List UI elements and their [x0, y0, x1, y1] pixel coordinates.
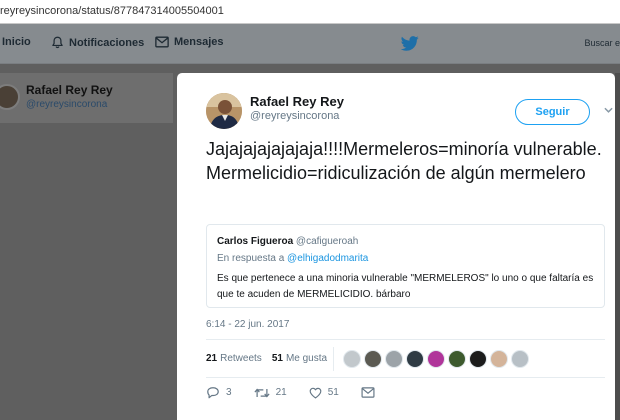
retweet-count: 21 [275, 387, 287, 398]
search-input[interactable]: Buscar e [584, 38, 620, 48]
quoted-author-name: Carlos Figueroa [217, 236, 294, 247]
retweets-label[interactable]: Retweets [220, 353, 262, 364]
likes-label[interactable]: Me gusta [286, 353, 327, 364]
url-text[interactable]: reyreysincorona/status/87784731400550400… [0, 5, 224, 17]
liker-avatar[interactable] [343, 350, 361, 368]
envelope-icon [361, 387, 375, 398]
liker-avatars [343, 350, 529, 368]
tweet-stats: 21 Retweets 51 Me gusta [206, 353, 327, 364]
top-navigation-bar: Inicio Notificaciones Mensajes Buscar e [0, 24, 620, 64]
overlay-edge [615, 73, 620, 420]
quoted-author[interactable]: Carlos Figueroa @cafigueroah [217, 236, 358, 247]
divider [206, 339, 605, 340]
reply-prefix: En respuesta a [217, 253, 285, 264]
quoted-tweet-text: Es que pertenece a una minoria vulnerabl… [217, 273, 594, 300]
bell-icon [52, 36, 63, 49]
nav-item-label: Mensajes [174, 36, 224, 48]
like-button[interactable]: 51 [309, 387, 339, 399]
reply-button[interactable]: 3 [206, 386, 232, 399]
background-author-handle: @reyreysincorona [26, 99, 108, 110]
liker-avatar[interactable] [385, 350, 403, 368]
reply-to-link[interactable]: @elhigadodmarita [287, 253, 368, 264]
avatar[interactable] [206, 93, 242, 129]
nav-item-inicio[interactable]: Inicio [2, 36, 31, 48]
direct-message-button[interactable] [361, 387, 375, 398]
liker-avatar[interactable] [427, 350, 445, 368]
quoted-reply-context: En respuesta a @elhigadodmarita [217, 253, 368, 264]
divider [206, 377, 605, 378]
background-tweet-card: Rafael Rey Rey @reyreysincorona [0, 73, 173, 123]
nav-item-mensajes[interactable]: Mensajes [155, 36, 224, 48]
liker-avatar[interactable] [406, 350, 424, 368]
likes-count[interactable]: 51 [272, 353, 283, 364]
liker-avatar[interactable] [511, 350, 529, 368]
avatar-photo-icon [206, 93, 242, 129]
quoted-tweet[interactable]: Carlos Figueroa @cafigueroah En respuest… [206, 224, 605, 308]
nav-item-label: Notificaciones [69, 36, 145, 49]
browser-address-bar[interactable]: reyreysincorona/status/87784731400550400… [0, 0, 620, 24]
tweet-modal: Rafael Rey Rey @reyreysincorona Seguir J… [177, 73, 615, 420]
chevron-down-icon[interactable] [604, 107, 613, 113]
liker-avatar[interactable] [448, 350, 466, 368]
author-handle[interactable]: @reyreysincorona [250, 110, 339, 122]
retweet-icon [253, 387, 270, 398]
envelope-icon [155, 36, 169, 48]
nav-item-notificaciones[interactable]: Notificaciones [51, 36, 144, 49]
avatar [0, 84, 20, 110]
reply-icon [207, 387, 219, 399]
liker-avatar[interactable] [364, 350, 382, 368]
heart-icon [309, 387, 322, 398]
nav-item-label: Inicio [2, 36, 31, 48]
like-count: 51 [327, 387, 339, 398]
reply-count: 3 [226, 387, 232, 398]
author-name[interactable]: Rafael Rey Rey [250, 94, 344, 109]
divider [333, 347, 334, 371]
follow-button[interactable]: Seguir [515, 99, 590, 125]
tweet-timestamp[interactable]: 6:14 - 22 jun. 2017 [206, 319, 289, 330]
tweet-text: Jajajajajajajaja!!!!Mermeleros=minoría v… [206, 139, 602, 183]
twitter-bird-icon[interactable] [401, 36, 419, 51]
liker-avatar[interactable] [469, 350, 487, 368]
liker-avatar[interactable] [490, 350, 508, 368]
background-author-name: Rafael Rey Rey [26, 83, 113, 97]
retweet-button[interactable]: 21 [253, 387, 287, 399]
quoted-author-handle: @cafigueroah [295, 236, 359, 247]
retweets-count[interactable]: 21 [206, 353, 217, 364]
tweet-actions: 3 21 51 [206, 386, 397, 399]
